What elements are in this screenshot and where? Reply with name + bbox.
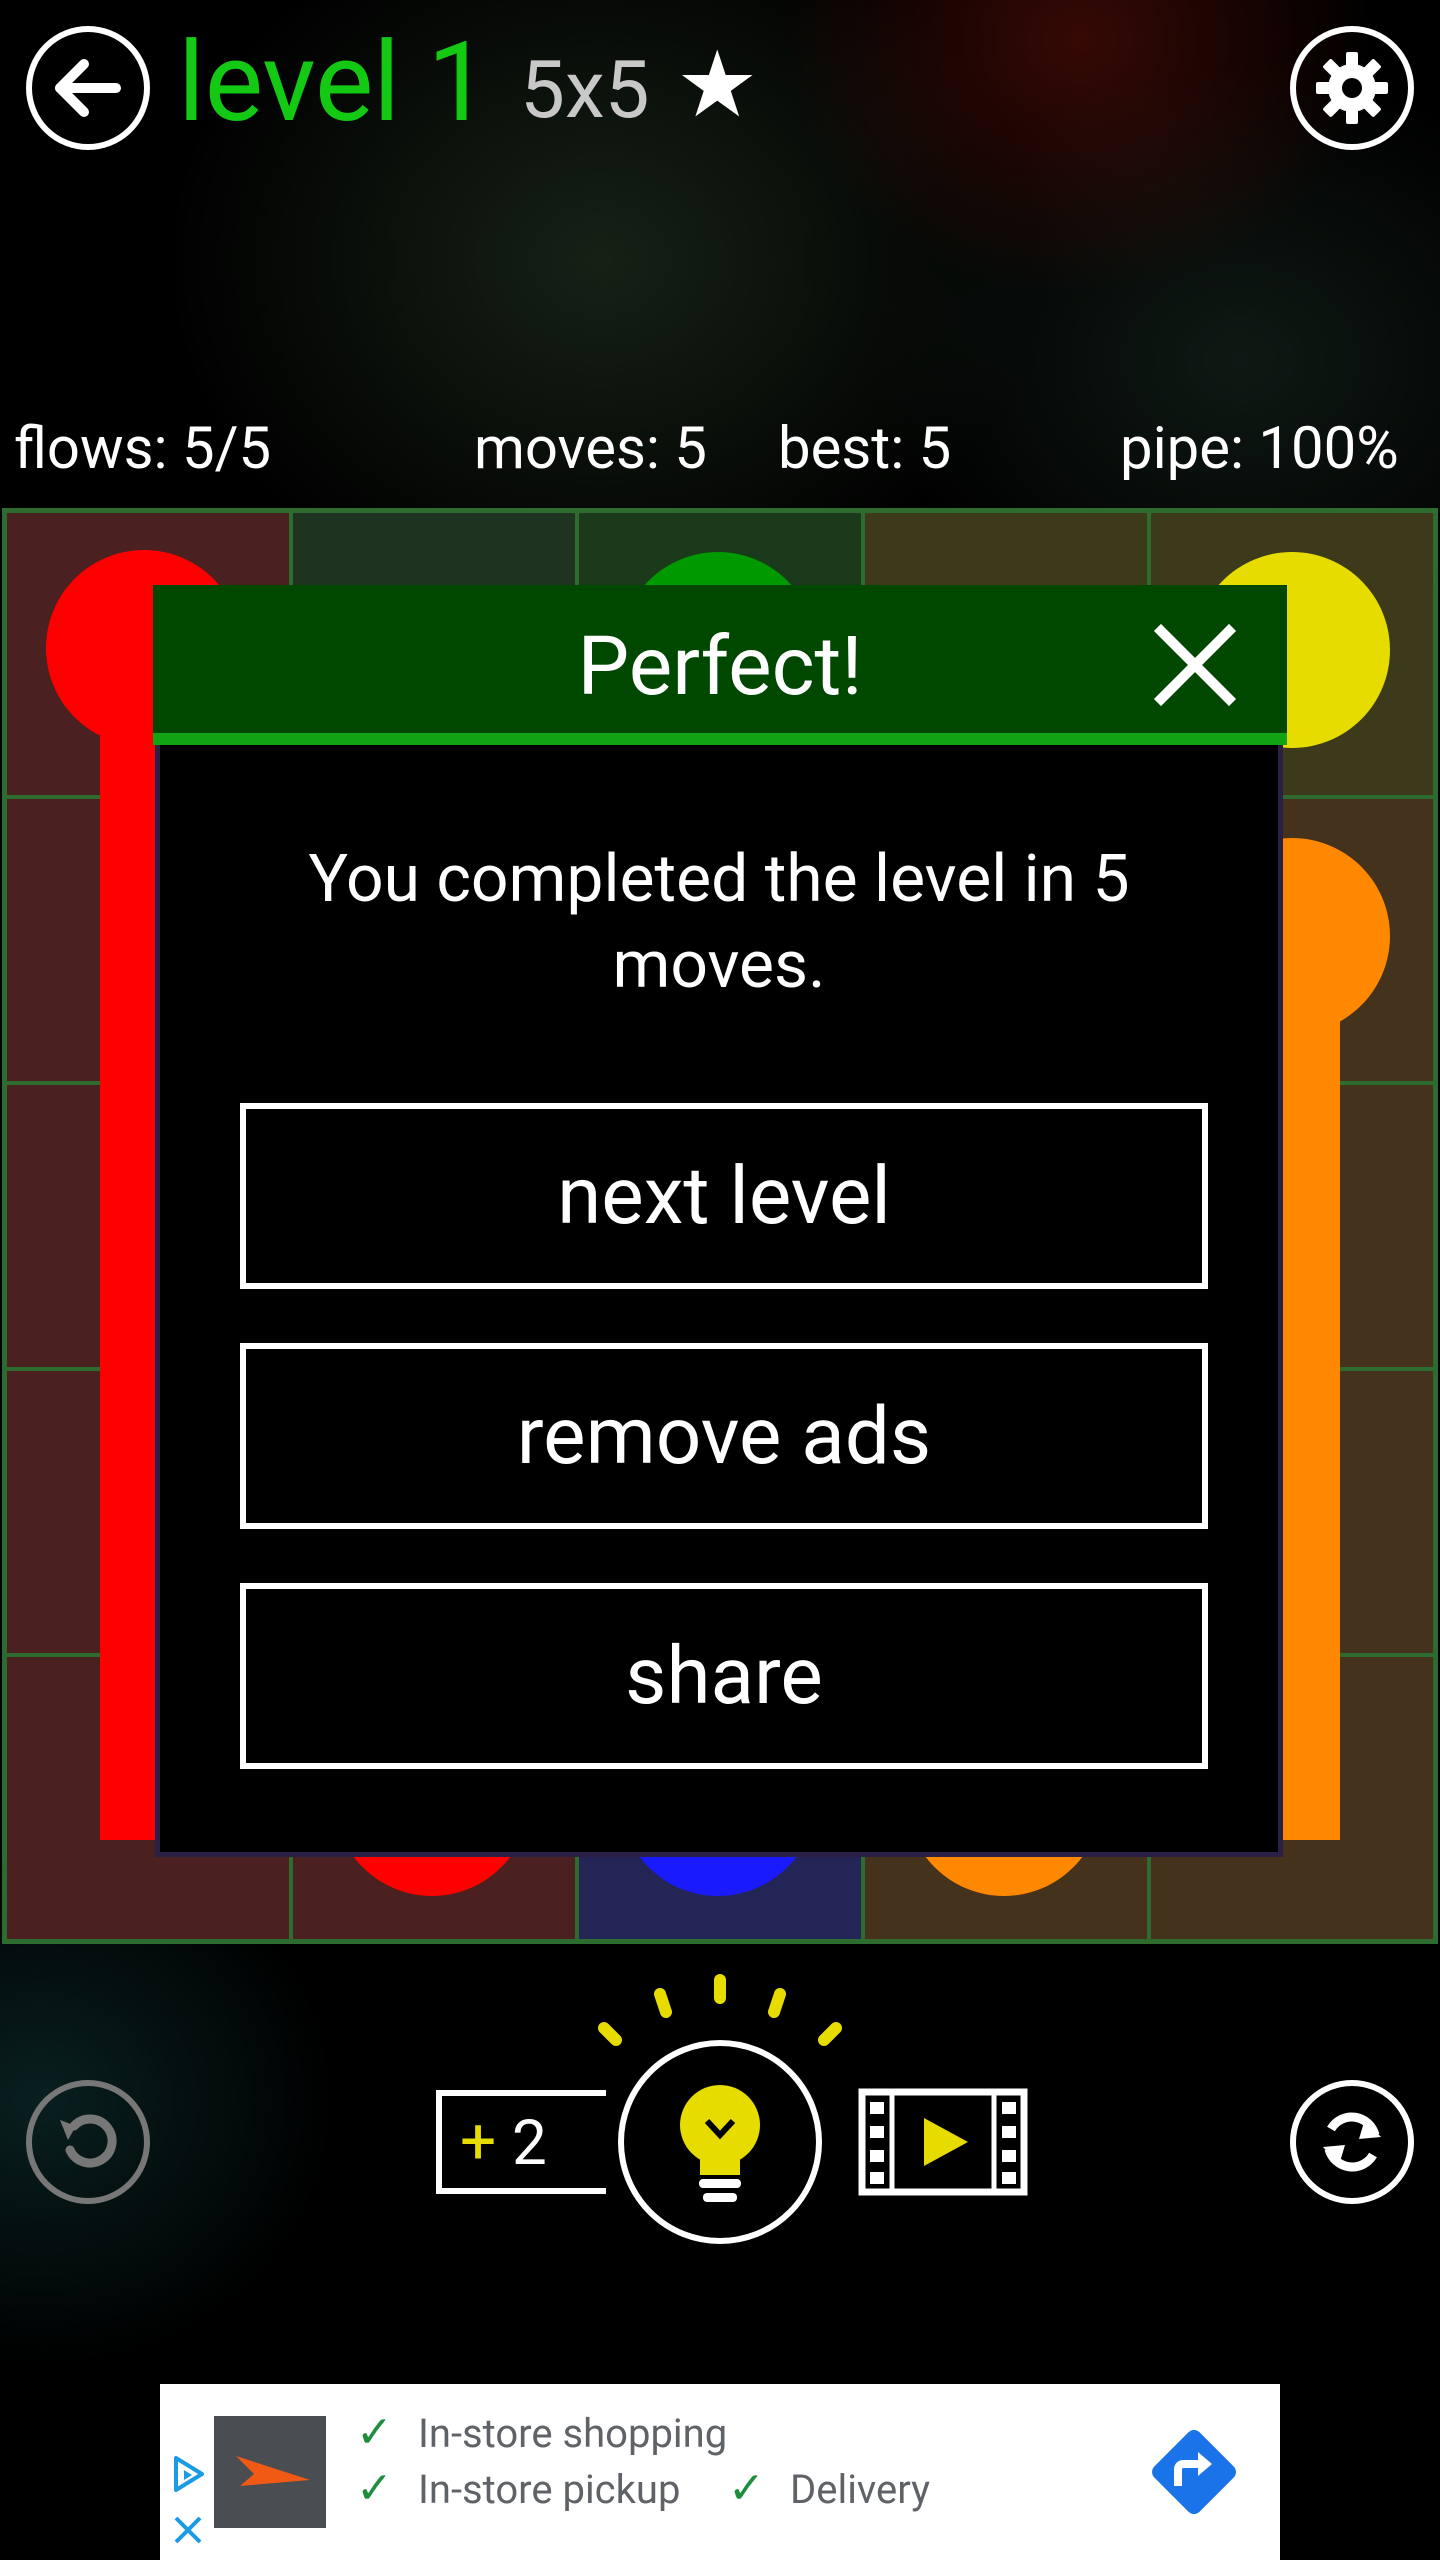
check-icon: ✓	[356, 2462, 393, 2514]
modal-header: Perfect!	[153, 585, 1287, 745]
next-level-button[interactable]: next level	[240, 1103, 1208, 1289]
close-button[interactable]	[1153, 623, 1237, 707]
directions-icon	[1152, 2430, 1236, 2514]
hint-button[interactable]	[618, 2040, 822, 2244]
restart-button[interactable]	[1290, 2080, 1414, 2204]
orange-pipe	[1280, 930, 1340, 1840]
ad-banner[interactable]: ✓ In-store shopping ✓ In-store pickup ✓ …	[160, 2384, 1280, 2560]
completion-message: You completed the level in 5 moves.	[308, 841, 1130, 1004]
close-icon	[1153, 623, 1237, 707]
video-play-icon	[858, 2088, 1028, 2196]
share-button[interactable]: share	[240, 1583, 1208, 1769]
directions-button[interactable]	[1146, 2424, 1242, 2520]
plus-icon: +	[460, 2104, 497, 2179]
refresh-icon	[1323, 2112, 1381, 2172]
flows-stat: flows: 5/5	[14, 415, 272, 483]
adchoices-icon[interactable]	[170, 2454, 206, 2494]
undo-button[interactable]	[26, 2080, 150, 2204]
ad-text-line1: In-store shopping	[418, 2410, 728, 2457]
red-pipe	[100, 640, 160, 1840]
remove-ads-button[interactable]: remove ads	[240, 1343, 1208, 1529]
ad-logo-icon	[236, 2456, 310, 2486]
moves-stat: moves: 5	[474, 415, 707, 483]
ad-close-icon[interactable]	[170, 2510, 206, 2550]
modal-title: Perfect!	[577, 619, 863, 715]
check-icon: ✓	[356, 2406, 393, 2458]
undo-icon	[60, 2114, 117, 2168]
board-size-label: 5x5	[520, 43, 650, 137]
ad-thumbnail	[214, 2416, 326, 2528]
gear-icon	[1316, 52, 1388, 124]
ad-text-line2a: In-store pickup	[418, 2466, 681, 2513]
check-icon: ✓	[728, 2462, 765, 2514]
modal-dialog: You completed the level in 5 moves. next…	[155, 745, 1283, 1857]
hint-count-badge: + 2	[436, 2090, 606, 2194]
arrow-left-icon	[55, 59, 121, 117]
level-title: level 1	[178, 18, 490, 147]
watch-video-button[interactable]	[858, 2088, 1028, 2196]
lightbulb-icon	[680, 2085, 760, 2202]
hint-count: 2	[512, 2107, 547, 2180]
back-button[interactable]	[26, 26, 150, 150]
ad-text-line2b: Delivery	[790, 2466, 931, 2513]
pipe-stat: pipe: 100%	[1120, 415, 1399, 483]
settings-button[interactable]	[1290, 26, 1414, 150]
best-stat: best: 5	[778, 415, 952, 483]
star-icon: ★	[676, 32, 759, 139]
